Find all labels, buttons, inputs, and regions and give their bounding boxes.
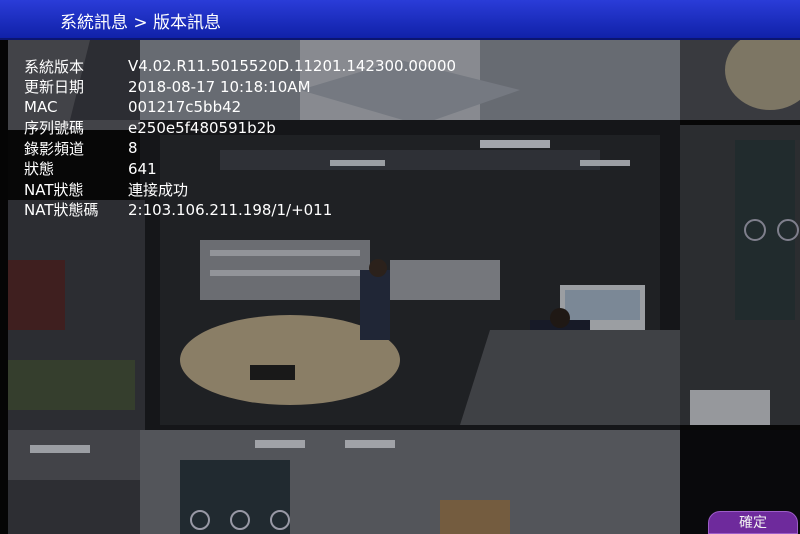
info-row-nat-status: NAT狀態 連接成功 [24, 179, 456, 200]
info-value: 001217c5bb42 [128, 98, 242, 117]
info-value: 2:103.106.211.198/1/+011 [128, 200, 333, 219]
info-value: 8 [128, 139, 138, 158]
info-row-serial-number: 序列號碼 e250e5f480591b2b [24, 118, 456, 139]
info-label: MAC [24, 98, 58, 117]
info-row-nat-status-code: NAT狀態碼 2:103.106.211.198/1/+011 [24, 200, 456, 221]
info-value: 2018-08-17 10:18:10AM [128, 77, 311, 96]
info-row-update-date: 更新日期 2018-08-17 10:18:10AM [24, 77, 456, 98]
info-label: 錄影頻道 [24, 139, 85, 158]
left-edge-bar [0, 0, 8, 534]
info-label: NAT狀態碼 [24, 201, 99, 220]
info-label: 更新日期 [24, 78, 85, 97]
title-bar: 系統訊息 > 版本訊息 [0, 0, 800, 40]
info-row-system-version: 系統版本 V4.02.R11.5015520D.11201.142300.000… [24, 56, 456, 77]
info-value: 641 [128, 159, 157, 178]
info-value: e250e5f480591b2b [128, 118, 276, 137]
info-row-status: 狀態 641 [24, 159, 456, 180]
info-value: 連接成功 [128, 180, 189, 199]
confirm-button[interactable]: 確定 [708, 511, 798, 534]
version-info-panel: 系統版本 V4.02.R11.5015520D.11201.142300.000… [24, 56, 456, 220]
breadcrumb: 系統訊息 > 版本訊息 [60, 13, 222, 33]
info-label: NAT狀態 [24, 180, 84, 199]
info-row-record-channels: 錄影頻道 8 [24, 138, 456, 159]
info-row-mac: MAC 001217c5bb42 [24, 97, 456, 118]
info-label: 序列號碼 [24, 119, 85, 138]
info-label: 狀態 [24, 160, 55, 179]
info-value: V4.02.R11.5015520D.11201.142300.00000 [128, 57, 457, 76]
info-label: 系統版本 [24, 57, 85, 76]
